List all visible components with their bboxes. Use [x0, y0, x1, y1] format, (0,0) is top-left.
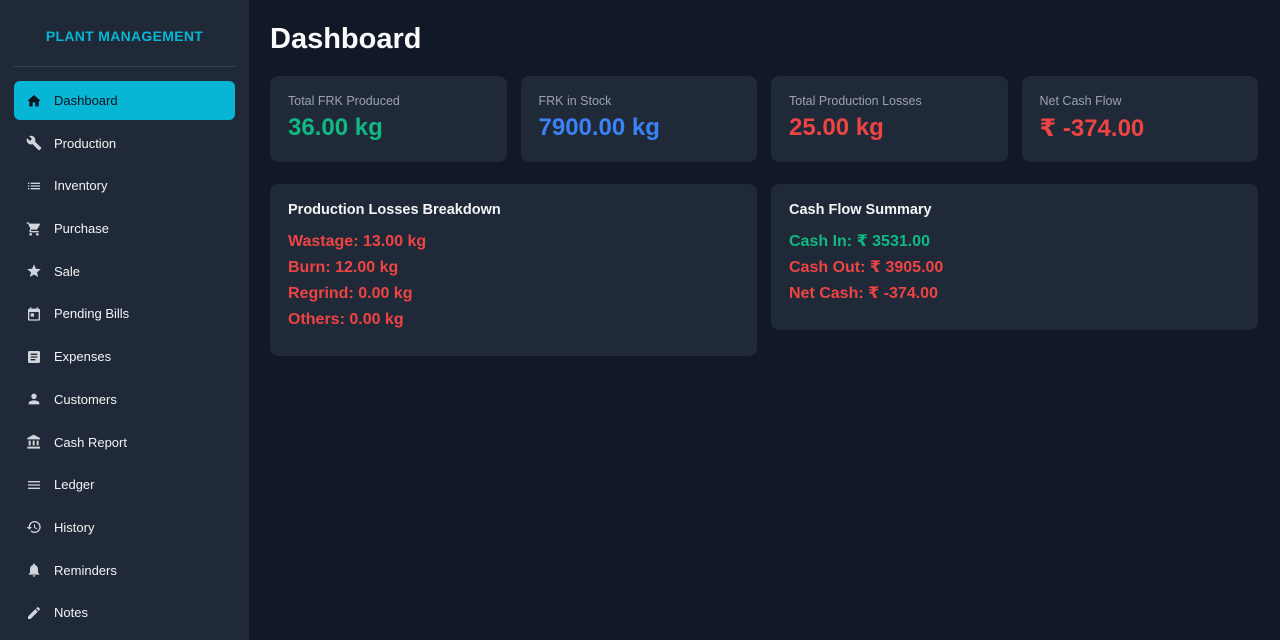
- sidebar-item-production[interactable]: Production: [14, 124, 235, 163]
- document-icon: [26, 349, 42, 365]
- sidebar-item-history[interactable]: History: [14, 508, 235, 547]
- panel-title: Production Losses Breakdown: [288, 202, 501, 218]
- sidebar-item-expenses[interactable]: Expenses: [14, 337, 235, 376]
- sidebar-item-label: Pending Bills: [54, 306, 130, 322]
- production-losses-panel: Production Losses Breakdown Wastage: 13.…: [270, 184, 757, 356]
- sidebar-item-inventory[interactable]: Inventory: [14, 166, 235, 205]
- app-root: PLANT MANAGEMENT Dashboard Production In…: [0, 0, 1280, 640]
- sidebar-item-ledger[interactable]: Ledger: [14, 465, 235, 504]
- brand-title: PLANT MANAGEMENT: [14, 0, 235, 67]
- main-content: Dashboard Total FRK Produced 36.00 kg FR…: [249, 0, 1280, 640]
- stat-card-total-frk-produced: Total FRK Produced 36.00 kg: [270, 76, 507, 162]
- stat-label: Net Cash Flow: [1039, 94, 1122, 108]
- loss-line-others: Others: 0.00 kg: [288, 311, 404, 328]
- page-title: Dashboard: [270, 23, 422, 55]
- cash-line-net: Net Cash: ₹ -374.00: [789, 285, 938, 302]
- sidebar-item-label: Ledger: [54, 477, 95, 493]
- sidebar-item-sale[interactable]: Sale: [14, 252, 235, 291]
- stat-card-frk-in-stock: FRK in Stock 7900.00 kg: [520, 76, 757, 162]
- sidebar-item-notes[interactable]: Notes: [14, 593, 235, 632]
- sidebar-item-label: Customers: [54, 391, 117, 407]
- sidebar-item-label: Sale: [54, 263, 81, 279]
- sidebar-item-label: Inventory: [54, 178, 108, 194]
- sidebar-item-label: Notes: [54, 605, 88, 621]
- wrench-icon: [26, 135, 42, 151]
- stat-value: 36.00 kg: [288, 114, 383, 141]
- sidebar-item-label: Production: [54, 135, 117, 151]
- stats-row: Total FRK Produced 36.00 kg FRK in Stock…: [270, 76, 1258, 162]
- stat-value: 7900.00 kg: [538, 114, 660, 141]
- sidebar-item-customers[interactable]: Customers: [14, 380, 235, 419]
- sidebar-item-dashboard[interactable]: Dashboard: [14, 81, 235, 120]
- menu-icon: [26, 477, 42, 493]
- stat-card-total-production-losses: Total Production Losses 25.00 kg: [771, 76, 1008, 162]
- sidebar-item-label: Reminders: [54, 562, 117, 578]
- home-icon: [26, 93, 42, 109]
- sidebar-item-reminders[interactable]: Reminders: [14, 551, 235, 590]
- list-icon: [26, 178, 42, 194]
- loss-line-wastage: Wastage: 13.00 kg: [288, 233, 427, 250]
- sidebar: PLANT MANAGEMENT Dashboard Production In…: [0, 0, 249, 640]
- cash-line-in: Cash In: ₹ 3531.00: [789, 233, 930, 250]
- loss-line-regrind: Regrind: 0.00 kg: [288, 285, 413, 302]
- sidebar-item-label: Cash Report: [54, 434, 127, 450]
- person-icon: [26, 391, 42, 407]
- sidebar-item-label: Expenses: [54, 349, 112, 365]
- cash-line-out: Cash Out: ₹ 3905.00: [789, 259, 944, 276]
- calendar-icon: [26, 306, 42, 322]
- sidebar-item-cash-report[interactable]: Cash Report: [14, 423, 235, 462]
- sidebar-item-label: Purchase: [54, 221, 109, 237]
- stat-label: Total Production Losses: [789, 94, 922, 108]
- pencil-icon: [26, 605, 42, 621]
- loss-line-burn: Burn: 12.00 kg: [288, 259, 399, 276]
- stat-label: FRK in Stock: [538, 94, 612, 108]
- sidebar-item-purchase[interactable]: Purchase: [14, 209, 235, 248]
- cash-flow-summary-panel: Cash Flow Summary Cash In: ₹ 3531.00 Cas…: [771, 184, 1258, 330]
- sidebar-item-pending-bills[interactable]: Pending Bills: [14, 294, 235, 333]
- bank-icon: [26, 434, 42, 450]
- history-icon: [26, 519, 42, 535]
- sidebar-item-label: Dashboard: [54, 93, 118, 108]
- sidebar-nav: Dashboard Production Inventory Purchase …: [14, 81, 235, 632]
- cart-icon: [26, 221, 42, 237]
- sidebar-item-label: History: [54, 519, 95, 535]
- panel-title: Cash Flow Summary: [789, 202, 932, 218]
- panels-row: Production Losses Breakdown Wastage: 13.…: [270, 184, 1258, 356]
- stat-card-net-cash-flow: Net Cash Flow ₹ -374.00: [1021, 76, 1258, 162]
- bell-icon: [26, 562, 42, 578]
- stat-value: ₹ -374.00: [1039, 115, 1145, 142]
- star-icon: [26, 263, 42, 279]
- stat-value: 25.00 kg: [789, 114, 884, 141]
- stat-label: Total FRK Produced: [288, 94, 400, 108]
